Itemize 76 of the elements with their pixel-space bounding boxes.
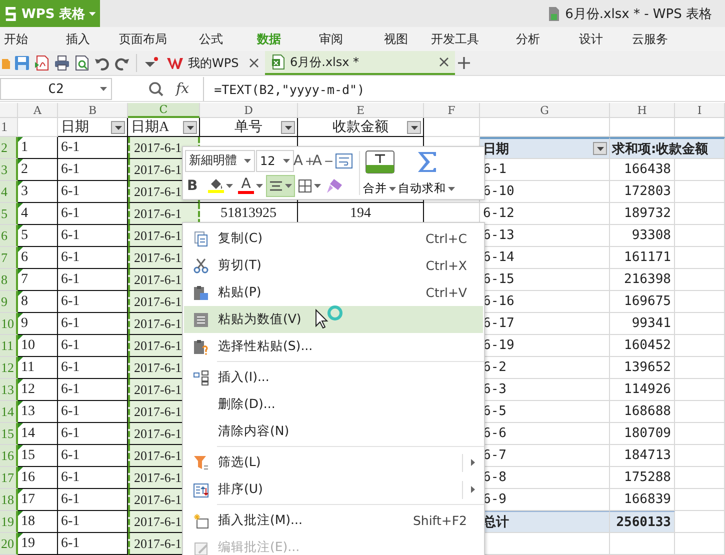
table-cell: 180709 bbox=[610, 423, 675, 445]
row-header[interactable]: 1 bbox=[0, 118, 18, 137]
table-cell: 175288 bbox=[610, 467, 675, 489]
table-cell: 18 bbox=[18, 511, 58, 533]
column-header[interactable]: B bbox=[58, 103, 128, 118]
table-cell: 99341 bbox=[610, 313, 675, 335]
table-cell: 184713 bbox=[610, 445, 675, 467]
column-header[interactable]: E bbox=[298, 103, 424, 118]
table-cell: 14 bbox=[18, 423, 58, 445]
menu-tab[interactable]: 页面布局 bbox=[119, 30, 167, 48]
font-size-dropdown[interactable]: 12 bbox=[256, 150, 294, 172]
table-cell: 172803 bbox=[610, 181, 675, 203]
document-tab[interactable]: 6月份.xlsx * bbox=[265, 51, 455, 75]
table-cell: 189732 bbox=[610, 203, 675, 225]
table-cell: 1 bbox=[18, 137, 58, 159]
table-cell: 3 bbox=[18, 181, 58, 203]
menu-tab[interactable]: 开发工具 bbox=[431, 30, 479, 48]
table-cell: 168688 bbox=[610, 401, 675, 423]
table-cell: 16 bbox=[18, 467, 58, 489]
table-cell: 139652 bbox=[610, 357, 675, 379]
column-header[interactable]: I bbox=[675, 103, 725, 118]
menu-tab[interactable]: 公式 bbox=[199, 30, 223, 48]
table-cell: 10 bbox=[18, 335, 58, 357]
pivot-header[interactable]: 日期 bbox=[480, 137, 610, 159]
table-cell: 216398 bbox=[610, 269, 675, 291]
table-cell: 169675 bbox=[610, 291, 675, 313]
pivot-header[interactable]: 求和项:收款金额 bbox=[610, 137, 725, 159]
shortcut-label: Ctrl+X bbox=[424, 258, 467, 273]
menu-tab[interactable]: 审阅 bbox=[319, 30, 343, 48]
column-header[interactable]: H bbox=[610, 103, 675, 118]
column-header[interactable]: G bbox=[480, 103, 610, 118]
document-tab[interactable]: 我的WPS bbox=[161, 51, 265, 75]
formula-field[interactable]: =TEXT(B2,"yyyy-m-d") bbox=[203, 77, 725, 101]
menu-tab[interactable]: 云服务 bbox=[632, 30, 668, 48]
menu-tab[interactable]: 视图 bbox=[384, 30, 408, 48]
table-cell: 161171 bbox=[610, 247, 675, 269]
column-header[interactable]: F bbox=[424, 103, 480, 118]
table-cell: 6 bbox=[18, 247, 58, 269]
table-cell: 166438 bbox=[610, 159, 675, 181]
column-title: 日期 bbox=[58, 118, 128, 137]
table-cell: 160452 bbox=[610, 335, 675, 357]
table-cell: 19 bbox=[18, 533, 58, 555]
column-header[interactable]: A bbox=[18, 103, 58, 118]
shortcut-label: Ctrl+C bbox=[424, 231, 467, 246]
menu-tab[interactable]: 开始 bbox=[4, 30, 28, 48]
table-cell: 8 bbox=[18, 291, 58, 313]
menu-tab[interactable]: 设计 bbox=[579, 30, 603, 48]
font-dropdown[interactable]: 新細明體 bbox=[185, 150, 255, 172]
shortcut-label: Ctrl+V bbox=[424, 285, 467, 300]
menu-tab[interactable]: 插入 bbox=[66, 30, 90, 48]
table-cell: 11 bbox=[18, 357, 58, 379]
table-cell: 15 bbox=[18, 445, 58, 467]
table-cell: 5 bbox=[18, 225, 58, 247]
function-button[interactable]: fx bbox=[176, 81, 190, 97]
merge-button[interactable]: 合并 bbox=[362, 147, 397, 199]
window-title: 6月份.xlsx * - WPS 表格 bbox=[565, 6, 712, 22]
autosum-button[interactable]: 自动求和 bbox=[397, 147, 456, 199]
name-box[interactable]: C2 bbox=[0, 78, 112, 100]
table-cell: 12 bbox=[18, 379, 58, 401]
menu-item[interactable]: 粘贴为数值(V) bbox=[184, 306, 483, 333]
column-title: 单号 bbox=[200, 118, 298, 137]
table-cell: 4 bbox=[18, 203, 58, 225]
shortcut-label: Shift+F2 bbox=[412, 513, 467, 528]
table-cell: 7 bbox=[18, 269, 58, 291]
table-cell: 9 bbox=[18, 313, 58, 335]
table-cell: 93308 bbox=[610, 225, 675, 247]
table-cell: 2017-6-1 bbox=[128, 203, 200, 225]
table-cell: 2 bbox=[18, 159, 58, 181]
table-cell: 114926 bbox=[610, 379, 675, 401]
table-cell: 17 bbox=[18, 489, 58, 511]
font-color-button[interactable]: A bbox=[236, 174, 265, 196]
menu-tab[interactable]: 分析 bbox=[516, 30, 540, 48]
table-cell: 2560133 bbox=[610, 511, 675, 533]
column-title: 收款金额 bbox=[298, 118, 424, 137]
column-header[interactable]: D bbox=[200, 103, 298, 118]
table-cell: 13 bbox=[18, 401, 58, 423]
